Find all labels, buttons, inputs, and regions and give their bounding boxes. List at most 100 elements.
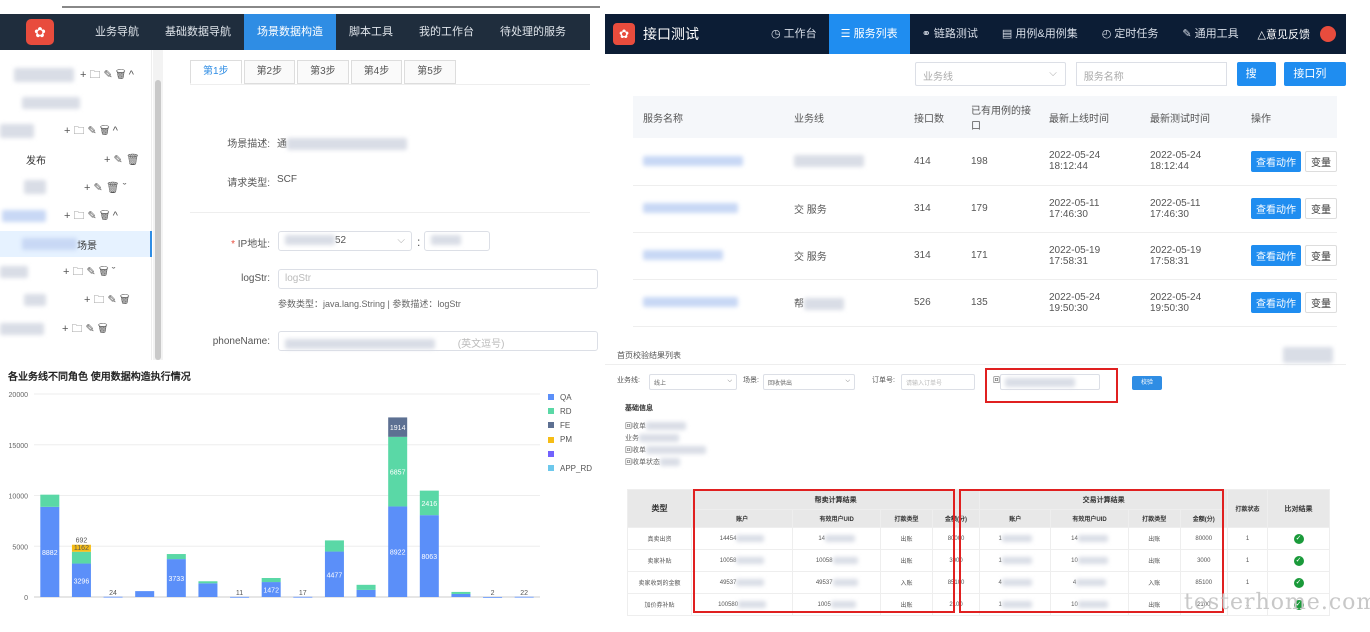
service-link[interactable] <box>643 250 723 261</box>
tree-node[interactable]: + 🗀 ✎ 🗑 ^ <box>0 62 152 88</box>
tab-step-3[interactable]: 第3步 <box>297 60 349 84</box>
tree-node[interactable]: + 🗀 ✎ 🗑 ˇ <box>0 259 152 285</box>
bar-segment <box>356 584 376 590</box>
service-link[interactable] <box>643 203 738 214</box>
basic-info-title: 基础信息 <box>625 405 653 412</box>
verify-button[interactable]: 校验 <box>1132 376 1162 390</box>
tab-step-5[interactable]: 第5步 <box>404 60 456 84</box>
biz-label: 业务线: <box>617 377 640 384</box>
tree-actions-icon[interactable]: + 🗀 ✎ 🗑 <box>84 291 130 310</box>
tree-node[interactable] <box>0 90 152 116</box>
legend-item[interactable]: PM <box>548 433 592 447</box>
tab-step-2[interactable]: 第2步 <box>243 60 296 84</box>
chevron-down-icon: ⌵ <box>845 378 850 384</box>
api-list-button[interactable]: 接口列表 <box>1284 62 1346 104</box>
col-api-count: 接口数 <box>904 96 961 138</box>
basic-info: 基础信息 回收单 业务 回收单 回收单状态 <box>625 403 706 469</box>
service-name-input[interactable]: 服务名称 <box>1075 62 1227 86</box>
nav-my-workbench[interactable]: 我的工作台 <box>406 14 487 50</box>
col-online-time: 最新上线时间 <box>1039 96 1140 138</box>
feedback-link[interactable]: △意见反馈 <box>1258 26 1310 42</box>
tree-node[interactable]: + 🗀 ✎ 🗑 <box>0 316 152 342</box>
ip-label: * IP地址: <box>231 239 270 250</box>
variables-button[interactable]: 变量 <box>1305 198 1337 219</box>
legend-item[interactable]: RD <box>548 404 592 418</box>
tree-actions-icon[interactable]: + 🗀 ✎ 🗑 ˇ <box>63 263 115 282</box>
col-compare: 比对结果 <box>1267 489 1330 528</box>
view-actions-button[interactable]: 查看动作 <box>1251 292 1301 313</box>
tree-actions-icon[interactable]: + 🗀 ✎ 🗑 ^ <box>64 122 118 141</box>
tree-label: 发布 <box>26 155 46 167</box>
logstr-input[interactable]: logStr <box>278 269 598 289</box>
legend-item[interactable]: QA <box>548 390 592 404</box>
tree-node[interactable]: + 🗀 ✎ 🗑 ^ <box>0 203 152 229</box>
bar-segment <box>40 494 60 507</box>
nav-cases[interactable]: ▤ 用例&用例集 <box>990 14 1090 54</box>
cell-cased: 179 <box>961 185 1039 233</box>
tree-node[interactable]: + ✎ 🗑 ˇ <box>0 174 152 200</box>
service-link[interactable] <box>643 156 743 167</box>
tree-node-selected[interactable]: 场景 <box>0 231 152 257</box>
tree-node[interactable]: + 🗀 ✎ 🗑 <box>0 287 152 313</box>
nav-business[interactable]: 业务导航 <box>82 14 152 50</box>
api-test-panel: ✿ 接口测试 ◷ 工作台 ☰ 服务列表 ⚭ 链路测试 ▤ 用例&用例集 ◴ 定时… <box>605 14 1346 336</box>
top-nav: ✿ 业务导航 基础数据导航 场景数据构造 脚本工具 我的工作台 待处理的服务 <box>0 14 590 50</box>
view-actions-button[interactable]: 查看动作 <box>1251 245 1301 266</box>
avatar[interactable] <box>1320 26 1336 42</box>
cell-online-time: 2022-05-11 17:46:30 <box>1039 185 1140 233</box>
search-button[interactable]: 搜索 <box>1236 62 1277 104</box>
ip-select[interactable]: 52 ⌵ <box>278 231 412 251</box>
nav-link-test[interactable]: ⚭ 链路测试 <box>910 14 990 54</box>
tab-step-1[interactable]: 第1步 <box>190 60 242 84</box>
service-link[interactable] <box>643 297 738 308</box>
tree-scrollbar[interactable] <box>153 50 163 360</box>
variables-button[interactable]: 变量 <box>1305 150 1337 172</box>
nav-script-tools[interactable]: 脚本工具 <box>336 14 406 50</box>
bar-segment <box>198 583 218 597</box>
nav-pending-services[interactable]: 待处理的服务 <box>487 14 579 50</box>
cell-test-time: 2022-05-24 19:50:30 <box>1140 279 1241 327</box>
cell-business-line: 交 服务 <box>784 232 904 280</box>
cell-test-time: 2022-05-11 17:46:30 <box>1140 185 1241 233</box>
view-actions-button[interactable]: 查看动作 <box>1251 150 1301 172</box>
tree-actions-icon[interactable]: + ✎ 🗑 ˇ <box>84 181 126 194</box>
col-cased-apis: 已有用例的接口 <box>961 96 1039 138</box>
nav-service-list[interactable]: ☰ 服务列表 <box>828 14 910 54</box>
bar-segment <box>135 591 155 597</box>
port-input[interactable] <box>424 231 490 251</box>
variables-button[interactable]: 变量 <box>1305 245 1337 266</box>
tree-node[interactable]: + 🗀 ✎ 🗑 ^ <box>0 118 152 144</box>
tree-actions-icon[interactable]: + ✎ 🗑 <box>104 153 140 166</box>
phone-input[interactable]: (英文逗号) <box>278 331 598 351</box>
business-line-select[interactable]: 业务线 ⌵ <box>915 62 1066 86</box>
nav-timed-tasks[interactable]: ◴ 定时任务 <box>1090 14 1171 54</box>
data-label: 692 <box>76 538 88 545</box>
tree-actions-icon[interactable]: + 🗀 ✎ 🗑 ^ <box>64 207 118 226</box>
nav-scene-data[interactable]: 场景数据构造 <box>244 14 336 50</box>
nav-workbench[interactable]: ◷ 工作台 <box>759 14 829 54</box>
legend-item[interactable]: APP_RD <box>548 461 592 475</box>
divider <box>190 84 590 85</box>
view-actions-button[interactable]: 查看动作 <box>1251 198 1301 219</box>
nav-basic-data[interactable]: 基础数据导航 <box>152 14 244 50</box>
bar-segment <box>293 596 313 598</box>
tree-actions-icon[interactable]: + 🗀 ✎ 🗑 <box>62 320 108 339</box>
order-label: 订单号: <box>872 377 895 384</box>
order-input[interactable]: 请输入订单号 <box>901 374 975 390</box>
cell-cased: 135 <box>961 279 1039 327</box>
check-icon: ✓ <box>1293 533 1304 544</box>
case-icon: ▤ <box>1001 28 1013 40</box>
tree-node[interactable]: 发布 + ✎ 🗑 <box>0 146 152 172</box>
tab-step-4[interactable]: 第4步 <box>350 60 403 84</box>
scene-select[interactable]: 回收供出 ⌵ <box>763 374 855 390</box>
variables-button[interactable]: 变量 <box>1305 292 1337 313</box>
legend-item[interactable] <box>548 447 592 461</box>
tree-actions-icon[interactable]: + 🗀 ✎ 🗑 ^ <box>80 66 134 85</box>
col-service-name: 服务名称 <box>633 96 784 138</box>
legend-item[interactable]: FE <box>548 418 592 432</box>
request-type-label: 请求类型: <box>227 178 270 189</box>
nav-tools[interactable]: ✎ 通用工具 <box>1170 14 1250 54</box>
data-label: 2 <box>491 590 495 597</box>
y-tick-label: 15000 <box>9 443 29 450</box>
biz-select[interactable]: 线上 ⌵ <box>649 374 737 390</box>
